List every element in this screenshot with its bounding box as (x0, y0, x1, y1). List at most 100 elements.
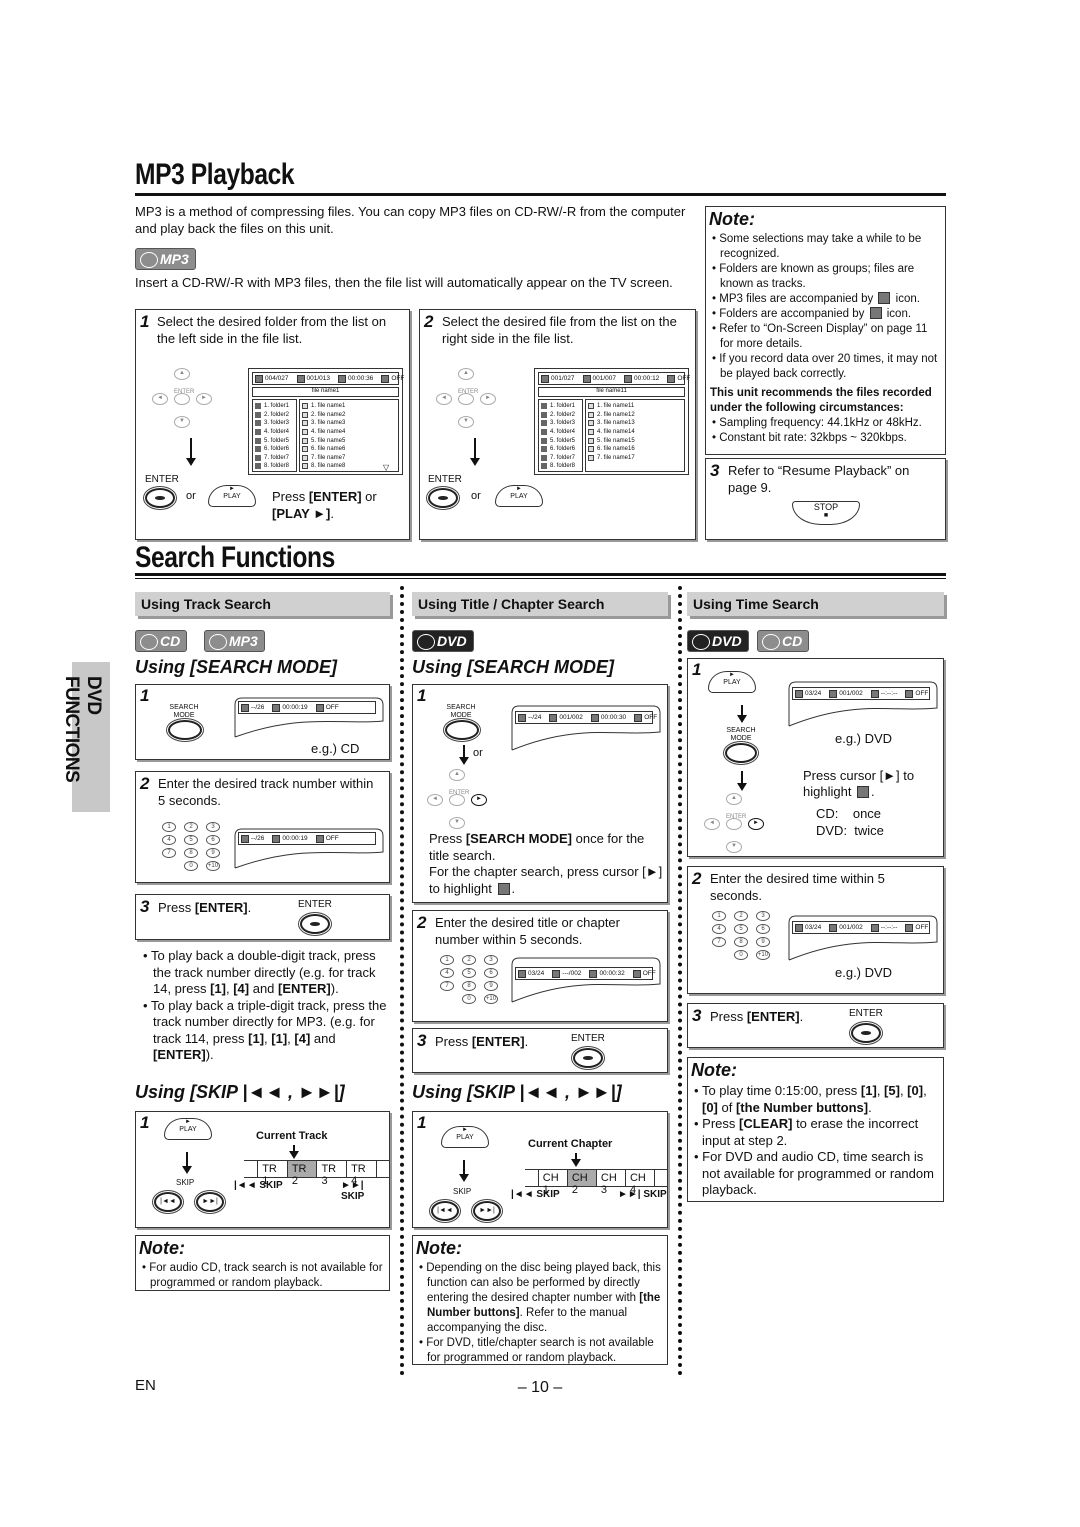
cursor-pad[interactable]: ▲ ◄ ► ▼ ENTER (427, 769, 497, 839)
number-button-+10[interactable]: +10 (484, 994, 498, 1004)
number-button-5[interactable]: 5 (184, 835, 198, 845)
number-button-0[interactable]: 0 (184, 861, 198, 871)
file-item[interactable]: 1. file name1 (302, 402, 396, 411)
file-item[interactable]: 5. file name15 (588, 436, 682, 445)
file-item[interactable]: 5. file name5 (302, 436, 396, 445)
file-list[interactable]: 1. file name1 2. file name2 3. file name3 4… (299, 399, 399, 472)
cursor-down-button[interactable]: ▼ (174, 416, 190, 428)
number-button-3[interactable]: 3 (756, 911, 770, 921)
cursor-right-button[interactable]: ► (480, 393, 496, 405)
number-button-2[interactable]: 2 (734, 911, 748, 921)
enter-button[interactable] (428, 488, 458, 508)
cursor-right-button[interactable]: ► (471, 794, 487, 806)
folder-item[interactable]: 1. folder1 (255, 402, 294, 411)
number-button-9[interactable]: 9 (206, 848, 220, 858)
folder-item[interactable]: 7. folder7 (255, 454, 294, 463)
file-item[interactable]: 2. file name2 (302, 411, 396, 420)
play-button[interactable]: PLAY (495, 485, 543, 507)
folder-item[interactable]: 2. folder2 (255, 411, 294, 420)
skip-back-button[interactable]: |◄◄ (154, 1192, 182, 1212)
number-button-2[interactable]: 2 (462, 955, 476, 965)
number-button-5[interactable]: 5 (734, 924, 748, 934)
file-item[interactable]: 3. file name13 (588, 419, 682, 428)
folder-item[interactable]: 3. folder3 (541, 419, 580, 428)
number-button-6[interactable]: 6 (206, 835, 220, 845)
number-button-8[interactable]: 8 (734, 937, 748, 947)
cursor-up-button[interactable]: ▲ (449, 769, 465, 781)
number-buttons[interactable]: 1 2 3 4 5 6 7 8 9 0 +10 (162, 822, 224, 871)
folder-item[interactable]: 6. folder6 (255, 445, 294, 454)
number-buttons[interactable]: 1 2 3 4 5 6 7 8 9 0 +10 (712, 911, 774, 960)
file-item[interactable]: 7. file name17 (588, 454, 682, 463)
file-item[interactable]: 4. file name14 (588, 428, 682, 437)
cursor-left-button[interactable]: ◄ (704, 818, 720, 830)
cursor-pad[interactable]: ▲ ◄ ► ▼ ENTER (704, 793, 774, 863)
search-mode-button[interactable] (168, 720, 202, 740)
number-button-3[interactable]: 3 (484, 955, 498, 965)
number-button-7[interactable]: 7 (162, 848, 176, 858)
cursor-down-button[interactable]: ▼ (449, 817, 465, 829)
number-button-1[interactable]: 1 (162, 822, 176, 832)
file-item[interactable]: 7. file name7 (302, 454, 396, 463)
number-buttons[interactable]: 1 2 3 4 5 6 7 8 9 0 +10 (440, 955, 502, 1004)
number-button-0[interactable]: 0 (734, 950, 748, 960)
cursor-left-button[interactable]: ◄ (152, 393, 168, 405)
play-button[interactable]: PLAY (208, 485, 256, 507)
folder-item[interactable]: 3. folder3 (255, 419, 294, 428)
stop-button[interactable]: STOP ■ (792, 501, 860, 525)
number-button-4[interactable]: 4 (162, 835, 176, 845)
enter-button[interactable] (300, 914, 330, 934)
file-item[interactable]: 4. file name4 (302, 428, 396, 437)
number-button-4[interactable]: 4 (440, 968, 454, 978)
number-button-9[interactable]: 9 (756, 937, 770, 947)
number-button-6[interactable]: 6 (484, 968, 498, 978)
cursor-pad[interactable]: ▲ ◄ ► ▼ ENTER (152, 368, 222, 438)
skip-forward-button[interactable]: ►►| (473, 1201, 501, 1221)
file-item[interactable]: 2. file name12 (588, 411, 682, 420)
number-button-1[interactable]: 1 (712, 911, 726, 921)
folder-item[interactable]: 5. folder5 (541, 436, 580, 445)
play-button[interactable]: PLAY (441, 1126, 489, 1148)
folder-item[interactable]: 1. folder1 (541, 402, 580, 411)
number-button-7[interactable]: 7 (712, 937, 726, 947)
number-button-9[interactable]: 9 (484, 981, 498, 991)
play-button[interactable]: PLAY (708, 671, 756, 693)
search-mode-button[interactable] (445, 720, 479, 740)
folder-list[interactable]: 1. folder1 2. folder2 3. folder3 4. folder4… (538, 399, 583, 472)
folder-item[interactable]: 8. folder8 (255, 462, 294, 471)
enter-button[interactable] (851, 1023, 881, 1043)
cursor-down-button[interactable]: ▼ (726, 841, 742, 853)
folder-item[interactable]: 6. folder6 (541, 445, 580, 454)
number-button-0[interactable]: 0 (462, 994, 476, 1004)
cursor-left-button[interactable]: ◄ (427, 794, 443, 806)
skip-forward-button[interactable]: ►►| (196, 1192, 224, 1212)
folder-item[interactable]: 4. folder4 (541, 428, 580, 437)
folder-item[interactable]: 4. folder4 (255, 428, 294, 437)
cursor-pad[interactable]: ▲ ◄ ► ▼ ENTER (436, 368, 506, 438)
number-button-5[interactable]: 5 (462, 968, 476, 978)
number-button-1[interactable]: 1 (440, 955, 454, 965)
cursor-right-button[interactable]: ► (748, 818, 764, 830)
folder-item[interactable]: 2. folder2 (541, 411, 580, 420)
number-button-2[interactable]: 2 (184, 822, 198, 832)
file-item[interactable]: 6. file name6 (302, 445, 396, 454)
folder-list[interactable]: 1. folder1 2. folder2 3. folder3 4. folder4… (252, 399, 297, 472)
number-button-4[interactable]: 4 (712, 924, 726, 934)
number-button-6[interactable]: 6 (756, 924, 770, 934)
number-button-+10[interactable]: +10 (206, 861, 220, 871)
folder-item[interactable]: 8. folder8 (541, 462, 580, 471)
file-item[interactable]: 1. file name11 (588, 402, 682, 411)
folder-item[interactable]: 7. folder7 (541, 454, 580, 463)
cursor-up-button[interactable]: ▲ (174, 368, 190, 380)
scroll-down-icon[interactable]: ▽ (383, 463, 389, 472)
cursor-down-button[interactable]: ▼ (458, 416, 474, 428)
number-button-7[interactable]: 7 (440, 981, 454, 991)
search-mode-button[interactable] (725, 743, 757, 763)
enter-button[interactable] (573, 1048, 603, 1068)
number-button-+10[interactable]: +10 (756, 950, 770, 960)
cursor-right-button[interactable]: ► (196, 393, 212, 405)
folder-item[interactable]: 5. folder5 (255, 436, 294, 445)
cursor-left-button[interactable]: ◄ (436, 393, 452, 405)
file-item[interactable]: 3. file name3 (302, 419, 396, 428)
file-item[interactable]: 8. file name8 (302, 462, 396, 471)
